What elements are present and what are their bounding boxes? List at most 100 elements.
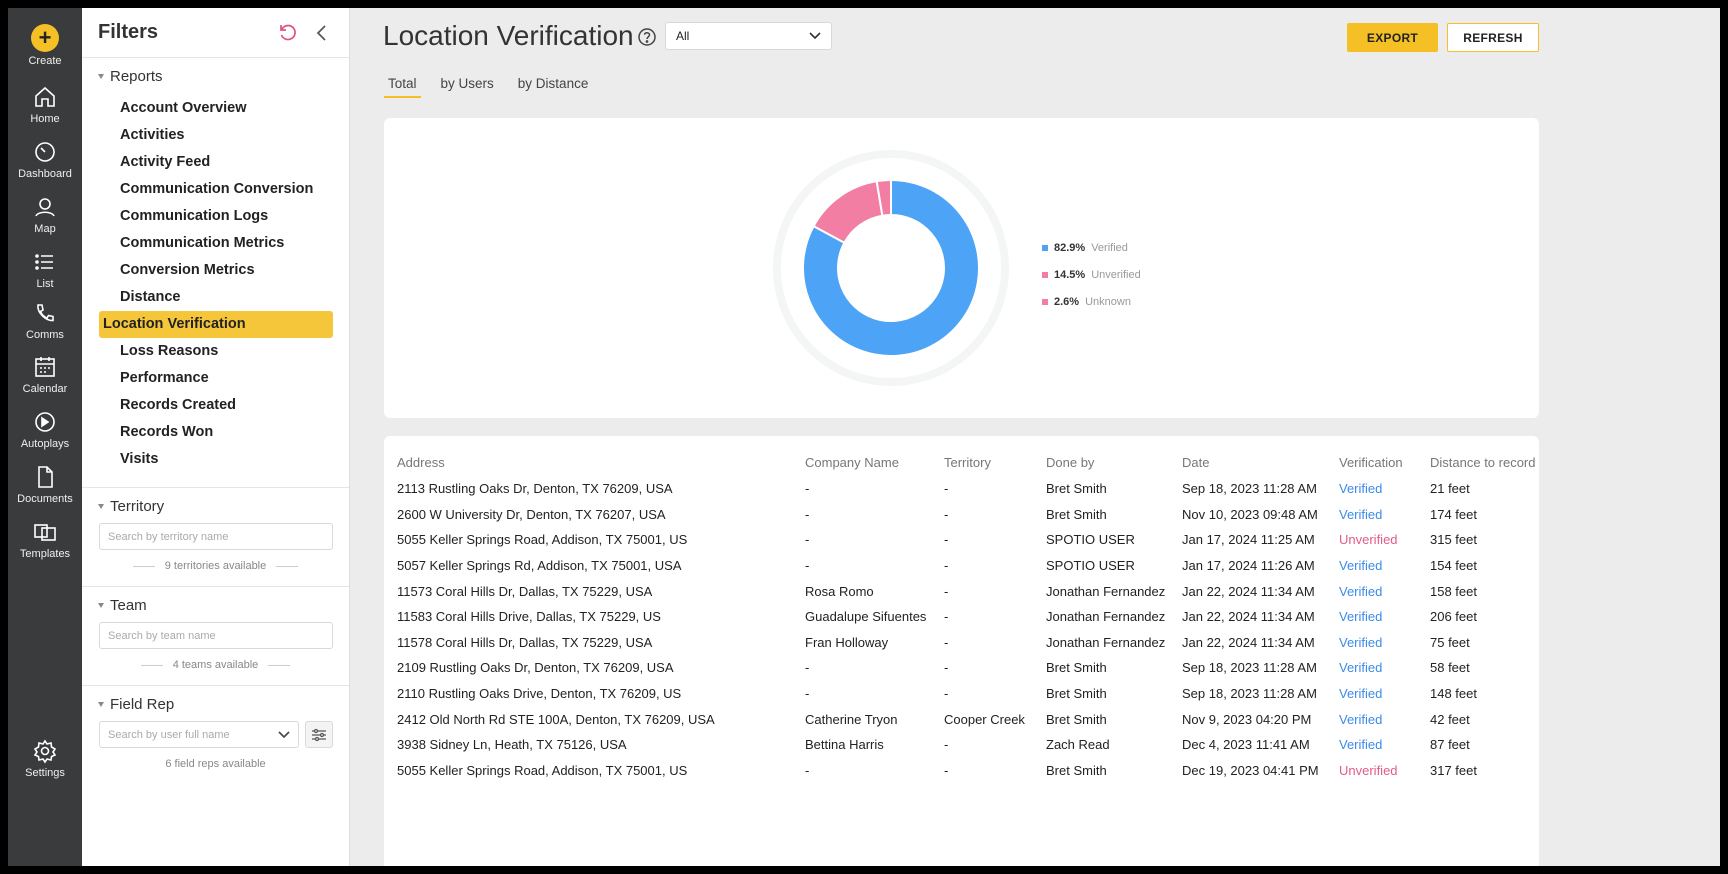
table-row[interactable]: 5055 Keller Springs Road, Addison, TX 75…: [384, 758, 1539, 784]
table-cell: 5055 Keller Springs Road, Addison, TX 75…: [397, 762, 688, 778]
nav-autoplays[interactable]: Autoplays: [8, 409, 82, 450]
table-row[interactable]: 11578 Coral Hills Dr, Dallas, TX 75229, …: [384, 630, 1539, 656]
legend-percent: 2.6%: [1054, 295, 1080, 308]
nav-map[interactable]: Map: [8, 194, 82, 235]
verification-filter-select[interactable]: All: [665, 22, 832, 50]
table-cell: 3938 Sidney Ln, Heath, TX 75126, USA: [397, 737, 627, 753]
table-cell: Nov 10, 2023 09:48 AM: [1182, 506, 1318, 522]
table-cell: 58 feet: [1430, 660, 1470, 676]
team-available: 4 teams available: [82, 659, 349, 671]
table-cell: Cooper Creek: [944, 711, 1025, 727]
sliders-icon: [312, 728, 326, 741]
column-header[interactable]: Distance to record: [1430, 436, 1539, 476]
table-row[interactable]: 5057 Keller Springs Rd, Addison, TX 7500…: [384, 553, 1539, 579]
nav-list[interactable]: List: [8, 249, 82, 290]
reset-icon[interactable]: [277, 22, 299, 44]
tab-by-users[interactable]: by Users: [437, 74, 498, 98]
table-row[interactable]: 2600 W University Dr, Denton, TX 76207, …: [384, 502, 1539, 528]
table-cell: Jonathan Fernandez: [1046, 583, 1166, 599]
report-item[interactable]: Visits: [99, 446, 333, 473]
nav-home[interactable]: Home: [8, 84, 82, 125]
select-value: All: [676, 29, 690, 43]
territory-available: 9 territories available: [82, 560, 349, 572]
collapse-chevron-icon[interactable]: [311, 22, 333, 44]
table-row[interactable]: 2412 Old North Rd STE 100A, Denton, TX 7…: [384, 706, 1539, 732]
app-frame: + Create Home Dashboard Map List Comms C…: [8, 8, 1720, 866]
donut-chart: [773, 150, 1009, 386]
table-row[interactable]: 2113 Rustling Oaks Dr, Denton, TX 76209,…: [384, 476, 1539, 502]
nav-create[interactable]: + Create: [8, 24, 82, 67]
territory-search-input[interactable]: Search by territory name: [99, 523, 333, 550]
nav-templates[interactable]: Templates: [8, 519, 82, 560]
document-icon: [32, 464, 58, 490]
nav-documents[interactable]: Documents: [8, 464, 82, 505]
legend-label: Unknown: [1085, 295, 1131, 308]
table-cell: 154 feet: [1430, 558, 1477, 574]
table-row[interactable]: 2109 Rustling Oaks Dr, Denton, TX 76209,…: [384, 655, 1539, 681]
field-rep-section-toggle[interactable]: Field Rep: [82, 686, 349, 713]
nav-home-label: Home: [30, 113, 60, 125]
tab-total[interactable]: Total: [384, 74, 421, 98]
legend-item-unverified[interactable]: 14.5% Unverified: [1042, 261, 1141, 288]
table-cell: -: [944, 686, 949, 702]
report-item[interactable]: Activity Feed: [99, 149, 333, 176]
table-row[interactable]: 3938 Sidney Ln, Heath, TX 75126, USA Bett…: [384, 732, 1539, 758]
team-search-input[interactable]: Search by team name: [99, 622, 333, 649]
nav-settings[interactable]: Settings: [8, 738, 82, 779]
calendar-icon: [32, 354, 58, 380]
report-item[interactable]: Records Won: [99, 419, 333, 446]
field-rep-available-text: 6 field reps available: [165, 758, 266, 770]
team-section-toggle[interactable]: Team: [82, 587, 349, 614]
caret-down-icon: [98, 74, 104, 79]
table-row[interactable]: 5055 Keller Springs Road, Addison, TX 75…: [384, 527, 1539, 553]
help-icon[interactable]: [637, 27, 657, 47]
nav-calendar[interactable]: Calendar: [8, 354, 82, 395]
report-item[interactable]: Activities: [99, 122, 333, 149]
refresh-button[interactable]: REFRESH: [1447, 23, 1539, 52]
report-item[interactable]: Communication Logs: [99, 203, 333, 230]
field-rep-available: 6 field reps available: [82, 758, 349, 770]
report-item[interactable]: Records Created: [99, 392, 333, 419]
legend-item-unknown[interactable]: 2.6% Unknown: [1042, 288, 1141, 315]
report-item[interactable]: Account Overview: [99, 95, 333, 122]
nav-dashboard-label: Dashboard: [18, 168, 72, 180]
report-item[interactable]: Performance: [99, 365, 333, 392]
filters-title: Filters: [98, 21, 159, 43]
legend-item-verified[interactable]: 82.9% Verified: [1042, 234, 1141, 261]
reports-section-toggle[interactable]: Reports: [82, 58, 349, 85]
table-cell: 174 feet: [1430, 506, 1477, 522]
nav-dashboard[interactable]: Dashboard: [8, 139, 82, 180]
nav-map-label: Map: [34, 223, 56, 235]
table-cell: SPOTIO USER: [1046, 558, 1135, 574]
home-icon: [32, 84, 58, 110]
report-item[interactable]: Distance: [99, 284, 333, 311]
column-header[interactable]: Territory: [944, 436, 1046, 476]
territory-section-toggle[interactable]: Territory: [82, 488, 349, 515]
report-item[interactable]: Communication Conversion: [99, 176, 333, 203]
column-header[interactable]: Done by: [1046, 436, 1182, 476]
column-header[interactable]: Address: [384, 436, 805, 476]
column-header[interactable]: Date: [1182, 436, 1339, 476]
table-row[interactable]: 11583 Coral Hills Drive, Dallas, TX 7522…: [384, 604, 1539, 630]
column-header[interactable]: Verification: [1339, 436, 1430, 476]
field-rep-search-input[interactable]: Search by user full name: [99, 721, 299, 748]
report-item[interactable]: Communication Metrics: [99, 230, 333, 257]
table-cell: -: [805, 481, 810, 497]
table-cell: Zach Read: [1046, 737, 1110, 753]
report-item[interactable]: Conversion Metrics: [99, 257, 333, 284]
table-cell: Unverified: [1339, 762, 1398, 778]
report-item[interactable]: Loss Reasons: [99, 338, 333, 365]
export-button[interactable]: EXPORT: [1347, 23, 1438, 52]
table-cell: Jan 17, 2024 11:25 AM: [1182, 532, 1315, 548]
table-row[interactable]: 11573 Coral Hills Dr, Dallas, TX 75229, …: [384, 578, 1539, 604]
tab-by-distance[interactable]: by Distance: [514, 74, 593, 98]
table-cell: Verified: [1339, 711, 1383, 727]
field-rep-options-button[interactable]: [305, 721, 333, 748]
nav-comms[interactable]: Comms: [8, 300, 82, 341]
table-row[interactable]: 2110 Rustling Oaks Drive, Denton, TX 762…: [384, 681, 1539, 707]
left-nav: + Create Home Dashboard Map List Comms C…: [8, 8, 82, 866]
column-header[interactable]: Company Name: [805, 436, 944, 476]
table-cell: 11573 Coral Hills Dr, Dallas, TX 75229, …: [397, 583, 653, 599]
report-item[interactable]: Location Verification: [99, 311, 333, 338]
play-icon: [32, 409, 58, 435]
